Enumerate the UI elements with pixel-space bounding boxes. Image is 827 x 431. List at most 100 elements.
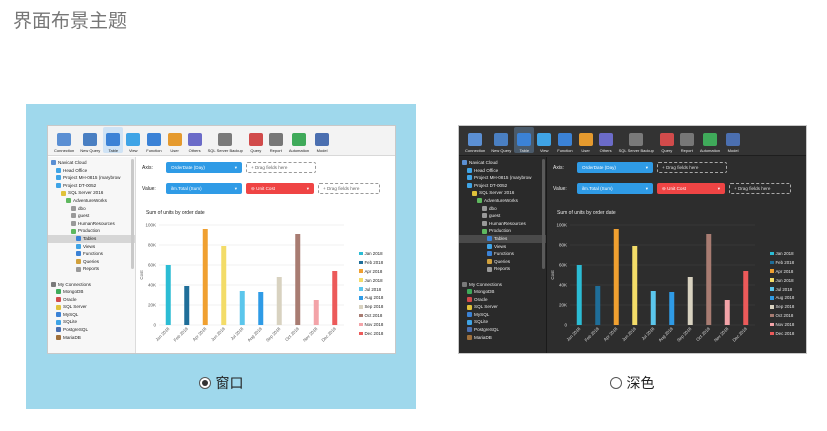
toolbar-backup-button[interactable]: SQL Server Backup bbox=[205, 127, 246, 153]
tree-item[interactable]: AdventureWorks bbox=[48, 197, 135, 205]
drag-fields-dropzone[interactable]: + Drag fields here bbox=[657, 162, 727, 173]
tree-item[interactable]: dbo bbox=[48, 205, 135, 213]
tree-item[interactable]: Tables bbox=[48, 234, 135, 243]
tree-item[interactable]: AdventureWorks bbox=[459, 197, 546, 205]
tree-item[interactable]: Navicat Cloud bbox=[48, 159, 135, 167]
sidebar-scrollbar[interactable] bbox=[131, 159, 134, 269]
toolbar-report-button[interactable]: Report bbox=[677, 127, 697, 153]
bar-aug-2018[interactable] bbox=[669, 292, 675, 325]
tree-item[interactable]: Functions bbox=[459, 250, 546, 258]
radio-button-light[interactable] bbox=[198, 377, 211, 389]
toolbar-automation-button[interactable]: Automation bbox=[286, 127, 312, 153]
bar-dec-2018[interactable] bbox=[332, 271, 338, 325]
bar-jun-2018[interactable] bbox=[632, 246, 638, 325]
bar-sep-2018[interactable] bbox=[276, 277, 282, 325]
toolbar-query-button[interactable]: Query bbox=[246, 127, 266, 153]
tree-item[interactable]: MongoDB bbox=[48, 288, 135, 296]
tree-item[interactable]: guest bbox=[48, 212, 135, 220]
tree-item[interactable]: HumanResources bbox=[48, 220, 135, 228]
tree-item[interactable]: My Connections bbox=[48, 281, 135, 289]
theme-radio-light[interactable]: 窗口 bbox=[26, 373, 416, 393]
toolbar-new-query-button[interactable]: New Query bbox=[488, 127, 514, 153]
tree-item[interactable]: Queries bbox=[459, 258, 546, 266]
tree-item[interactable]: Reports bbox=[459, 265, 546, 273]
toolbar-function-button[interactable]: Function bbox=[554, 127, 575, 153]
tree-item[interactable]: Production bbox=[48, 227, 135, 235]
bar-oct-2018[interactable] bbox=[706, 234, 712, 325]
tree-item[interactable]: SQL Server bbox=[48, 303, 135, 311]
tree-item[interactable]: PostgreSQL bbox=[459, 326, 546, 334]
bar-jan-2018[interactable] bbox=[165, 265, 171, 325]
tree-item[interactable]: Tables bbox=[459, 234, 546, 243]
bar-nov-2018[interactable] bbox=[313, 300, 319, 325]
tree-item[interactable]: SQL Server bbox=[459, 303, 546, 311]
toolbar-table-button[interactable]: Table bbox=[514, 127, 535, 153]
toolbar-new-query-button[interactable]: New Query bbox=[77, 127, 103, 153]
tree-item[interactable]: MongoDB bbox=[459, 288, 546, 296]
tree-item[interactable]: Head Office bbox=[48, 167, 135, 175]
toolbar-others-button[interactable]: Others bbox=[185, 127, 205, 153]
radio-button-dark[interactable] bbox=[609, 377, 622, 389]
toolbar-user-button[interactable]: User bbox=[165, 127, 185, 153]
toolbar-function-button[interactable]: Function bbox=[143, 127, 164, 153]
theme-radio-dark[interactable]: 深色 bbox=[437, 373, 827, 393]
tree-item[interactable] bbox=[459, 273, 546, 281]
tree-item[interactable]: Functions bbox=[48, 250, 135, 258]
bar-jan-2018[interactable] bbox=[576, 265, 582, 325]
bar-jul-2018[interactable] bbox=[239, 291, 245, 325]
tree-item[interactable]: MySQL bbox=[459, 311, 546, 319]
bar-apr-2018[interactable] bbox=[613, 229, 619, 325]
tree-item[interactable]: PostgreSQL bbox=[48, 326, 135, 334]
tree-item[interactable]: Reports bbox=[48, 265, 135, 273]
toolbar-connection-button[interactable]: Connection bbox=[462, 127, 488, 153]
tree-item[interactable]: Project DT-0052 bbox=[48, 182, 135, 190]
drag-fields-dropzone[interactable]: + Drag fields here bbox=[729, 183, 791, 194]
bar-apr-2018[interactable] bbox=[202, 229, 208, 325]
tree-item[interactable]: Project DT-0052 bbox=[459, 182, 546, 190]
toolbar-connection-button[interactable]: Connection bbox=[51, 127, 77, 153]
axis-field-pill[interactable]: OrderDate (Day) ▾ bbox=[577, 162, 653, 173]
toolbar-report-button[interactable]: Report bbox=[266, 127, 286, 153]
tree-item[interactable]: MySQL bbox=[48, 311, 135, 319]
bar-sep-2018[interactable] bbox=[687, 277, 693, 325]
tree-item[interactable]: Production bbox=[459, 227, 546, 235]
tree-item[interactable]: SQL Server 2016 bbox=[459, 189, 546, 197]
toolbar-table-button[interactable]: Table bbox=[103, 127, 124, 153]
unit-cost-pill[interactable]: ⊖ Unit Cost ▾ bbox=[246, 183, 314, 194]
tree-item[interactable]: SQLite bbox=[48, 318, 135, 326]
bar-jun-2018[interactable] bbox=[221, 246, 227, 325]
theme-option-dark[interactable]: Connection New Query Table View Function User… bbox=[437, 104, 827, 409]
tree-item[interactable]: Oracle bbox=[459, 296, 546, 304]
bar-oct-2018[interactable] bbox=[295, 234, 301, 325]
bar-aug-2018[interactable] bbox=[258, 292, 264, 325]
bar-feb-2018[interactable] bbox=[184, 286, 190, 325]
theme-option-light[interactable]: Connection New Query Table View Function User… bbox=[26, 104, 416, 409]
value-field-pill[interactable]: ilm.Total (Sum) ▾ bbox=[577, 183, 653, 194]
axis-field-pill[interactable]: OrderDate (Day) ▾ bbox=[166, 162, 242, 173]
tree-item[interactable]: Views bbox=[48, 243, 135, 251]
tree-item[interactable]: Head Office bbox=[459, 167, 546, 175]
toolbar-others-button[interactable]: Others bbox=[596, 127, 616, 153]
tree-item[interactable]: Queries bbox=[48, 258, 135, 266]
toolbar-automation-button[interactable]: Automation bbox=[697, 127, 723, 153]
bar-nov-2018[interactable] bbox=[724, 300, 730, 325]
toolbar-view-button[interactable]: View bbox=[123, 127, 143, 153]
bar-dec-2018[interactable] bbox=[743, 271, 749, 325]
toolbar-backup-button[interactable]: SQL Server Backup bbox=[616, 127, 657, 153]
tree-item[interactable]: SQL Server 2016 bbox=[48, 189, 135, 197]
tree-item[interactable]: MariaDB bbox=[459, 334, 546, 342]
value-field-pill[interactable]: ilm.Total (Sum) ▾ bbox=[166, 183, 242, 194]
tree-item[interactable]: HumanResources bbox=[459, 220, 546, 228]
tree-item[interactable]: Views bbox=[459, 243, 546, 251]
tree-item[interactable]: Project MH-0815 (marybrow bbox=[48, 174, 135, 182]
tree-item[interactable]: MariaDB bbox=[48, 334, 135, 342]
tree-item[interactable]: Oracle bbox=[48, 296, 135, 304]
tree-item[interactable]: Navicat Cloud bbox=[459, 159, 546, 167]
toolbar-model-button[interactable]: Model bbox=[312, 127, 332, 153]
tree-item[interactable]: SQLite bbox=[459, 318, 546, 326]
toolbar-query-button[interactable]: Query bbox=[657, 127, 677, 153]
bar-feb-2018[interactable] bbox=[595, 286, 601, 325]
drag-fields-dropzone[interactable]: + Drag fields here bbox=[318, 183, 380, 194]
tree-item[interactable]: My Connections bbox=[459, 281, 546, 289]
tree-item[interactable]: guest bbox=[459, 212, 546, 220]
